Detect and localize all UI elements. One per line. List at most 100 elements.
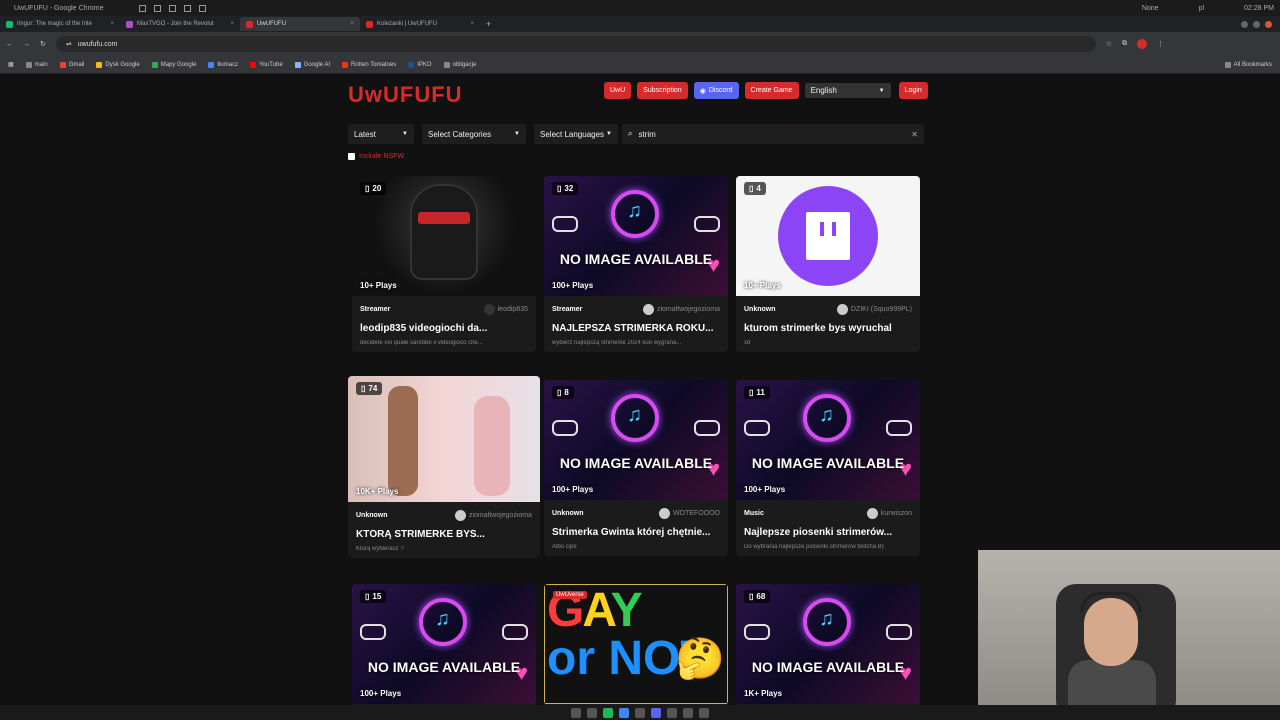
profile-avatar[interactable] xyxy=(1137,39,1148,49)
new-tab-icon[interactable]: + xyxy=(486,19,491,29)
window-controls xyxy=(1241,20,1280,28)
site-info-icon[interactable]: ⇌ xyxy=(66,40,72,48)
tab-kolezanki[interactable]: Koleżanki | UwUFUFU × xyxy=(360,17,480,31)
plays-count: 10+ Plays xyxy=(744,281,781,290)
bookmark-ipko[interactable]: IPKO xyxy=(408,61,432,68)
reload-icon[interactable]: ↻ xyxy=(40,40,46,48)
close-tab-icon[interactable]: × xyxy=(230,21,234,27)
tab-uwufufu[interactable]: UwUFUFU × xyxy=(240,17,360,31)
extensions-icon[interactable]: ⧉ xyxy=(1122,40,1127,48)
card-author[interactable]: kurwiszon xyxy=(866,508,912,519)
card-title[interactable]: Najlepsze piosenki strimerów... xyxy=(744,527,912,538)
cards-icon: ▯ xyxy=(361,384,366,393)
card-title[interactable]: leodip835 videogiochi da... xyxy=(360,323,528,334)
tab-imgur[interactable]: Imgur: The magic of the Inte × xyxy=(0,17,120,31)
all-bookmarks[interactable]: All Bookmarks xyxy=(1224,61,1272,68)
steam-icon[interactable] xyxy=(635,707,645,718)
app-launcher-icon[interactable] xyxy=(699,707,709,718)
card-category: Music xyxy=(744,510,764,517)
apps-icon[interactable]: ▦ xyxy=(8,61,14,68)
terminal-icon[interactable] xyxy=(587,707,597,718)
site-nav: UwU Subscription ◉ Discord Create Game En… xyxy=(604,82,928,99)
cards-icon: ▯ xyxy=(749,388,754,397)
card-author[interactable]: DZIKI (Squo999PL) xyxy=(836,304,912,315)
uwu-button[interactable]: UwU xyxy=(604,82,632,99)
clear-search-icon[interactable]: ✕ xyxy=(911,130,918,139)
back-icon[interactable]: ← xyxy=(6,41,13,48)
bookmark-drive[interactable]: Dysk Google xyxy=(96,61,140,68)
plays-count: 100+ Plays xyxy=(360,689,402,698)
no-image-text: NO IMAGE AVAILABLE xyxy=(751,455,905,471)
maximize-icon[interactable] xyxy=(1253,20,1260,28)
card-category: Unknown xyxy=(356,512,388,519)
card-title[interactable]: NAJLEPSZA STRIMERKA ROKU... xyxy=(552,323,720,334)
plays-count: 100+ Plays xyxy=(552,485,594,494)
card-title[interactable]: kturom strimerke bys wyruchal xyxy=(744,323,912,334)
bookmark-obligacje[interactable]: obligacje xyxy=(443,61,476,68)
choices-count: ▯ 20 xyxy=(360,182,387,195)
card-author[interactable]: ziomaltwojegozioma xyxy=(454,510,532,521)
files-icon[interactable] xyxy=(571,707,581,718)
card-thumbnail: ▯ 20 10+ Plays xyxy=(352,176,536,296)
thinking-face-icon: 🤔 xyxy=(675,637,725,681)
card-title[interactable]: Strimerka Gwinta której chętnie... xyxy=(552,527,720,538)
game-card[interactable]: ♥ NO IMAGE AVAILABLE ▯11 100+ Plays Musi… xyxy=(736,380,920,556)
card-description: wybierz najlepszą strimerke 2024 kuo wyg… xyxy=(552,340,682,346)
game-card[interactable]: ▯ 74 10K+ Plays Unknown ziomaltwojegozioma… xyxy=(348,376,540,558)
bookmark-star-icon[interactable]: ☆ xyxy=(1106,40,1112,48)
login-button[interactable]: Login xyxy=(898,82,928,99)
chrome-icon[interactable] xyxy=(619,707,629,718)
game-card[interactable]: ♥ NO IMAGE AVAILABLE ▯8 100+ Plays Unkno… xyxy=(544,380,728,556)
card-author[interactable]: ziomaltwojegozioma xyxy=(642,304,720,315)
card-author[interactable]: leodip835 xyxy=(483,304,528,315)
game-card[interactable]: ▯ 4 10+ Plays Unknown DZIKI (Squo999PL) kt… xyxy=(736,176,920,352)
game-card[interactable]: GAY or NOT 🤔 UwUverse xyxy=(544,584,728,705)
card-category: Streamer xyxy=(552,306,583,313)
bookmark-translate[interactable]: tłumacz xyxy=(208,61,238,68)
search-input[interactable]: ⌕ strim ✕ xyxy=(622,124,924,144)
bookmark-rotten-tomatoes[interactable]: Rotten Tomatoes xyxy=(342,61,396,68)
game-card[interactable]: ▯ 20 10+ Plays Streamer leodip835 leodip83… xyxy=(352,176,536,352)
uwuverse-badge: UwUverse xyxy=(553,591,587,599)
bookmark-gmail[interactable]: Gmail xyxy=(59,61,84,68)
close-tab-icon[interactable]: × xyxy=(350,21,354,27)
bookmark-youtube[interactable]: YouTube xyxy=(250,61,283,68)
bookmark-google-ai[interactable]: Google AI xyxy=(294,61,330,68)
card-author[interactable]: WOTEFOOOO xyxy=(658,508,720,519)
game-card[interactable]: ♥ NO IMAGE AVAILABLE ▯15 100+ Plays xyxy=(352,584,536,705)
category-select[interactable]: Select Categories ▼ xyxy=(422,124,526,144)
no-image-text: NO IMAGE AVAILABLE xyxy=(751,659,905,675)
cards-icon: ▯ xyxy=(749,184,754,193)
sort-select[interactable]: Latest ▼ xyxy=(348,124,414,144)
no-image-text: NO IMAGE AVAILABLE xyxy=(559,251,713,267)
spotify-icon[interactable] xyxy=(603,707,613,718)
tab-maxtvgo[interactable]: MaxTVGO - Join the Revolut × xyxy=(120,17,240,31)
discord-app-icon[interactable] xyxy=(651,707,661,718)
nsfw-toggle[interactable]: Include NSFW xyxy=(348,153,404,160)
close-window-icon[interactable] xyxy=(1265,20,1272,28)
card-title[interactable]: KTÓRĄ STRIMERKE BYŚ... xyxy=(356,529,532,540)
nsfw-checkbox[interactable] xyxy=(348,153,355,160)
bookmark-maps[interactable]: Mapy Google xyxy=(151,61,196,68)
minimize-icon[interactable] xyxy=(1241,20,1248,28)
close-tab-icon[interactable]: × xyxy=(470,21,474,27)
obs-icon[interactable] xyxy=(667,707,677,718)
menu-icon[interactable]: ⋮ xyxy=(1157,40,1164,48)
language-select[interactable]: English ▼ xyxy=(804,83,891,98)
site-logo[interactable]: UwUFUFU xyxy=(348,82,463,108)
forward-icon[interactable]: → xyxy=(23,41,30,48)
tab-favicon-icon xyxy=(366,20,373,28)
drive-icon xyxy=(96,61,103,68)
avatar xyxy=(866,508,878,519)
language-filter-select[interactable]: Select Languages ▼ xyxy=(534,124,618,144)
bookmark-main[interactable]: main xyxy=(25,61,48,68)
close-tab-icon[interactable]: × xyxy=(110,21,114,27)
create-game-button[interactable]: Create Game xyxy=(744,82,799,99)
choices-count: ▯ 32 xyxy=(552,182,579,195)
subscription-button[interactable]: Subscription xyxy=(637,82,688,99)
settings-icon[interactable] xyxy=(683,707,693,718)
game-card[interactable]: ♥ NO IMAGE AVAILABLE ▯32 100+ Plays Stre… xyxy=(544,176,728,352)
game-card[interactable]: ♥ NO IMAGE AVAILABLE ▯68 1K+ Plays xyxy=(736,584,920,705)
discord-button[interactable]: ◉ Discord xyxy=(693,82,739,99)
address-input[interactable]: ⇌ uwufufu.com xyxy=(55,36,1096,52)
